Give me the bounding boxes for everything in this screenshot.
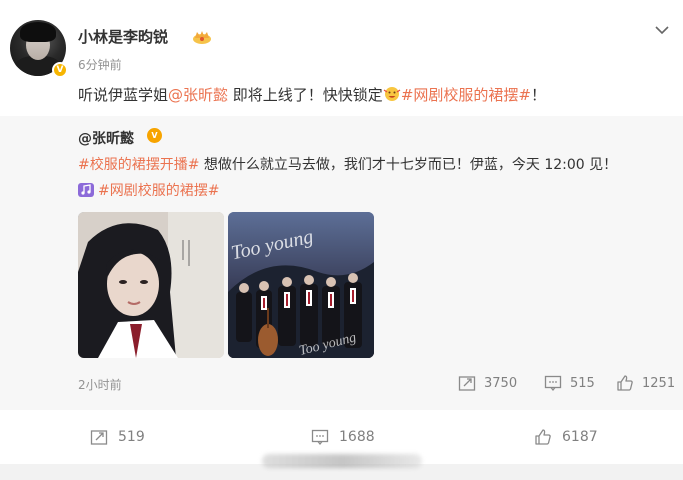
hashtag-link[interactable]: #网剧校服的裙摆# <box>401 86 531 104</box>
weibo-post-card: V 小林是李昀锐 6分钟前 听说伊蓝学姐@张昕懿 即将上线了！快快锁定 #网剧校… <box>0 0 683 464</box>
comment-count: 1688 <box>339 429 375 445</box>
repost-image-poster[interactable]: Too young Too young <box>228 212 374 358</box>
repost-hashtag-2[interactable]: #网剧校服的裙摆# <box>98 183 219 199</box>
comment-icon <box>544 375 562 392</box>
post-timestamp[interactable]: 6分钟前 <box>78 56 122 73</box>
comment-icon <box>311 429 329 446</box>
username[interactable]: 小林是李昀锐 <box>78 26 168 47</box>
crown-icon <box>193 31 211 44</box>
verified-badge-icon: V <box>52 62 68 78</box>
post-text-middle: 即将上线了！快快锁定 <box>228 86 383 104</box>
repost-comment-count: 515 <box>570 375 595 391</box>
post-text: 听说伊蓝学姐@张昕懿 即将上线了！快快锁定 #网剧校服的裙摆#！ <box>78 84 546 105</box>
like-icon <box>617 375 633 391</box>
repost-hashtag-1[interactable]: #校服的裙摆开播# <box>78 157 199 173</box>
blurred-watermark <box>262 454 422 468</box>
share-icon <box>458 376 476 391</box>
share-icon <box>90 430 108 445</box>
post-text-end: ！ <box>530 86 546 104</box>
repost-author[interactable]: @张昕懿 <box>78 128 134 148</box>
repost-text: #校服的裙摆开播# 想做什么就立马去做，我们才十七岁而已！伊蓝，今天 12:00… <box>78 154 617 174</box>
repost-tag-line: #网剧校服的裙摆# <box>78 180 219 200</box>
repost-like-count: 1251 <box>642 375 676 391</box>
post-text-intro: 听说伊蓝学姐 <box>78 86 169 104</box>
more-chevron-icon[interactable] <box>654 22 670 38</box>
repost-share-count: 3750 <box>484 375 518 391</box>
repost-share-button[interactable]: 3750 <box>458 374 517 392</box>
like-icon <box>535 429 551 445</box>
poster-illustration: Too young Too young <box>228 212 374 358</box>
repost-comment-button[interactable]: 515 <box>544 374 595 392</box>
mention-link[interactable]: @张昕懿 <box>168 86 228 104</box>
like-count: 6187 <box>562 429 598 445</box>
repost-timestamp[interactable]: 2小时前 <box>78 376 122 393</box>
like-button[interactable]: 6187 <box>534 428 598 446</box>
post-action-bar: 519 1688 6187 <box>0 424 683 456</box>
avatar-hair <box>20 22 56 42</box>
repost-image-portrait[interactable] <box>78 212 224 358</box>
repost-verified-icon: V <box>147 128 162 143</box>
emoji-face-icon <box>383 87 401 101</box>
share-count: 519 <box>118 429 145 445</box>
comment-button[interactable]: 1688 <box>311 428 375 446</box>
post-header: V 小林是李昀锐 6分钟前 <box>10 20 670 80</box>
repost-like-button[interactable]: 1251 <box>616 374 675 392</box>
repost-body-text: 想做什么就立马去做，我们才十七岁而已！伊蓝，今天 12:00 见！ <box>199 157 618 173</box>
share-button[interactable]: 519 <box>90 428 145 446</box>
music-icon <box>78 183 94 197</box>
portrait-illustration <box>78 212 224 358</box>
repost-block: @张昕懿 V #校服的裙摆开播# 想做什么就立马去做，我们才十七岁而已！伊蓝，今… <box>0 116 683 410</box>
